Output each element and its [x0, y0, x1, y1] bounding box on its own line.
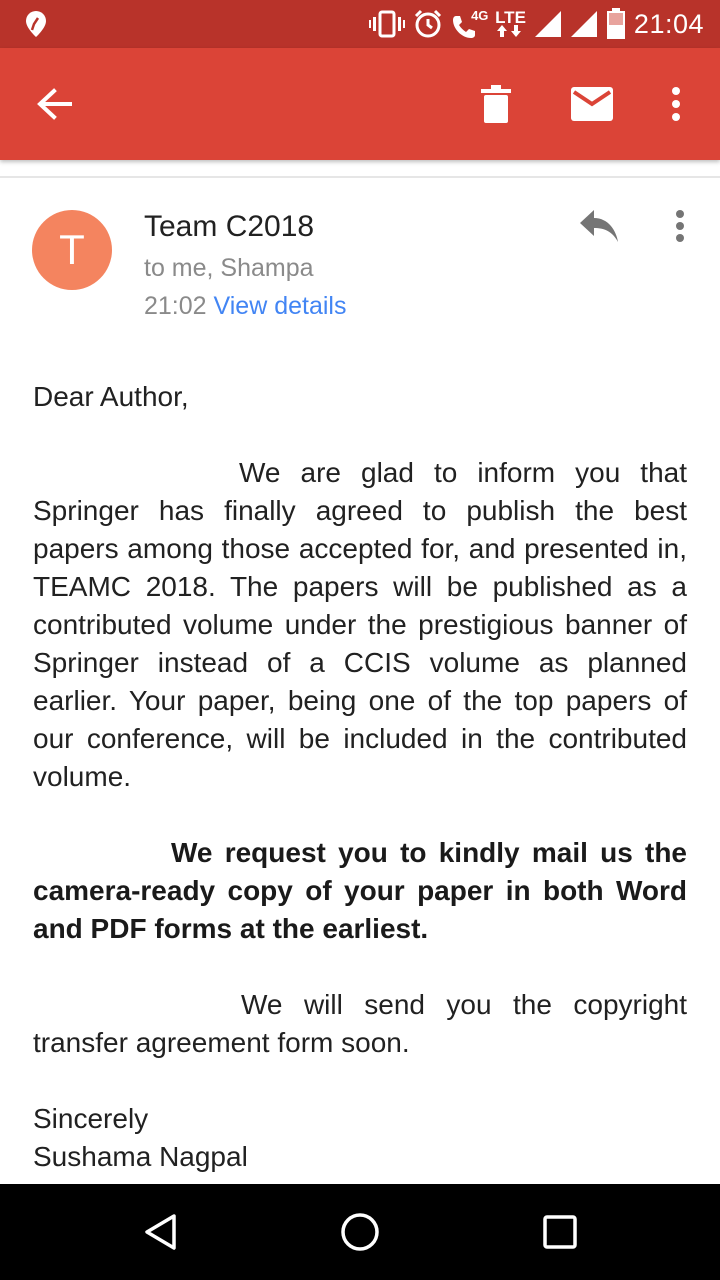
- paragraph-3: We will send you the copyright transfer …: [33, 989, 687, 1058]
- recents-square-icon[interactable]: [536, 1184, 584, 1280]
- back-triangle-icon[interactable]: [136, 1184, 184, 1280]
- greeting: Dear Author,: [33, 381, 189, 412]
- network-4g-label: 4G: [471, 8, 489, 23]
- location-icon: [24, 10, 48, 38]
- closing: Sincerely: [33, 1103, 149, 1134]
- home-circle-icon[interactable]: [336, 1184, 384, 1280]
- reply-icon[interactable]: [578, 208, 620, 249]
- app-toolbar: [0, 48, 720, 160]
- delete-icon[interactable]: [474, 80, 518, 128]
- paragraph-1: We are glad to inform you that Springer …: [33, 457, 687, 792]
- status-bar: 4G LTE 21:04: [0, 0, 720, 48]
- lte-indicator: LTE: [495, 8, 526, 37]
- mail-icon[interactable]: [568, 82, 616, 126]
- header-divider: [0, 176, 720, 178]
- more-vert-icon[interactable]: [660, 80, 692, 128]
- vibrate-icon: [369, 10, 406, 38]
- paragraph-2: We request you to kindly mail us the cam…: [33, 837, 687, 944]
- view-details-link[interactable]: View details: [214, 292, 347, 320]
- lte-label: LTE: [495, 8, 526, 27]
- back-arrow-icon[interactable]: [30, 82, 78, 126]
- navigation-bar: [0, 1184, 720, 1280]
- avatar[interactable]: T: [32, 210, 112, 290]
- message-more-icon[interactable]: [668, 208, 692, 249]
- signal-icon: [534, 10, 562, 38]
- email-body: Dear Author, We are glad to inform you t…: [33, 378, 687, 1176]
- alarm-icon: [413, 9, 443, 39]
- avatar-letter: T: [59, 226, 85, 273]
- email-time: 21:02: [144, 292, 207, 320]
- sender-name: Team C2018: [144, 210, 315, 243]
- signature: Sushama Nagpal: [33, 1141, 248, 1172]
- status-time: 21:04: [633, 8, 704, 39]
- battery-icon: [606, 8, 626, 40]
- email-meta: 21:02 View details: [144, 292, 346, 321]
- recipients: to me, Shampa: [144, 254, 314, 282]
- wifi-calling-icon: 4G: [451, 8, 489, 40]
- signal-icon-secondary: [570, 10, 598, 38]
